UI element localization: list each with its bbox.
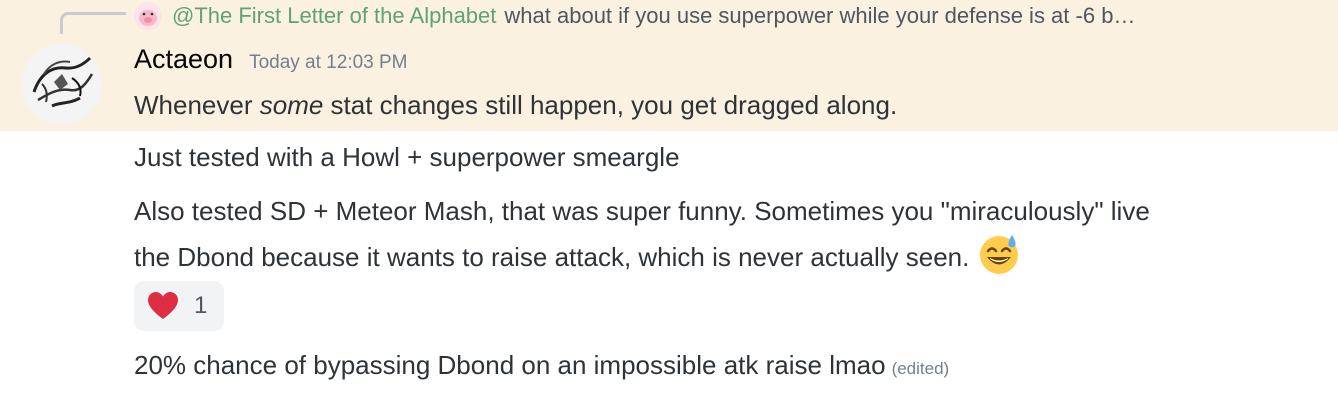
reply-author-mention[interactable]: @The First Letter of the Alphabet — [172, 3, 496, 29]
red-heart-icon — [148, 292, 178, 319]
sketch-avatar-icon — [22, 44, 102, 124]
reply-spine — [60, 12, 126, 34]
reply-avatar[interactable] — [134, 2, 162, 30]
username[interactable]: Actaeon — [134, 44, 233, 75]
timestamp[interactable]: Today at 12:03 PM — [249, 52, 407, 74]
message-3-line-2-text: the Dbond because it wants to raise atta… — [134, 242, 970, 272]
reaction-count: 1 — [194, 292, 208, 319]
sweat-smile-emoji-icon — [977, 232, 1021, 276]
reply-preview[interactable]: @The First Letter of the Alphabet what a… — [134, 0, 1135, 32]
message-4: 20% chance of bypassing Dbond on an impo… — [134, 344, 949, 390]
message-4-text: 20% chance of bypassing Dbond on an impo… — [134, 350, 886, 380]
message-1: Whenever some stat changes still happen,… — [134, 84, 897, 126]
message-3-line-2: the Dbond because it wants to raise atta… — [134, 232, 1021, 278]
pig-avatar-icon — [134, 2, 162, 30]
reply-text[interactable]: what about if you use superpower while y… — [504, 3, 1135, 29]
message-1-emphasis: some — [259, 90, 324, 120]
message-1-text-end: stat changes still happen, you get dragg… — [323, 90, 898, 120]
message-2: Just tested with a Howl + superpower sme… — [134, 142, 680, 172]
edited-label: (edited) — [891, 359, 950, 378]
avatar[interactable] — [22, 44, 102, 124]
message-1-text-start: Whenever — [134, 90, 260, 120]
heart-reaction[interactable]: 1 — [134, 281, 224, 331]
message-3-line-1: Also tested SD + Meteor Mash, that was s… — [134, 196, 1150, 226]
message-header: Actaeon Today at 12:03 PM — [134, 44, 408, 75]
